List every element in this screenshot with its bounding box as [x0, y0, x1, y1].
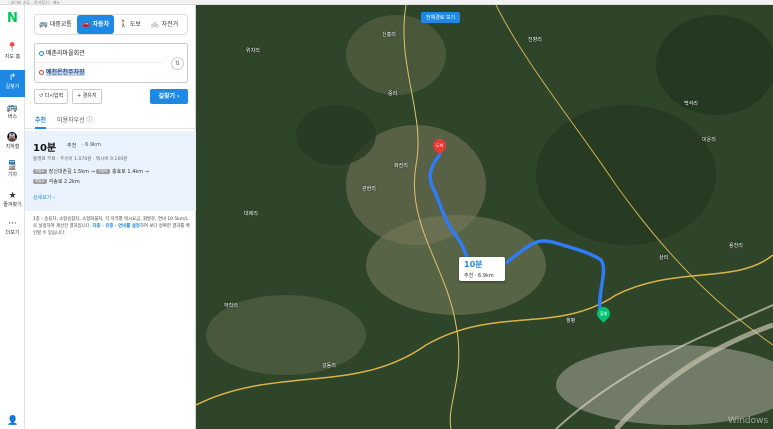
rail-item-favorites[interactable]: ★ 즐겨찾기: [0, 188, 25, 215]
tooltip-time: 10분: [464, 260, 483, 269]
reset-button[interactable]: ↺ 다시입력: [34, 89, 69, 104]
tooltip-info: 추천 · 6.9km: [464, 273, 494, 279]
naver-logo[interactable]: N: [5, 11, 20, 26]
origin-input[interactable]: 매촌리마을회관: [35, 44, 163, 63]
search-route-button[interactable]: 길찾기 ›: [150, 89, 188, 104]
vehicle-settings-link[interactable]: 차종 · 유종 · 연비를 설정: [93, 224, 140, 229]
train-icon: 🚆: [6, 161, 19, 171]
route-roads-line: 지방도 장신대촌길 1.5km → 지방도 충효로 1.4km →: [33, 169, 149, 175]
rail-item-label: 기차: [7, 172, 18, 178]
destination-dot-icon: [39, 70, 44, 75]
map-place-label: 중리: [388, 91, 398, 97]
map-place-label: 용천리: [729, 243, 743, 249]
map-place-label: 관현리: [362, 186, 376, 192]
rail-item-bus[interactable]: 🚌 버스: [0, 100, 25, 127]
rail-item-label: 지하철: [5, 144, 20, 150]
left-rail: N 📍 지도 홈 ↱ 길찾기 🚌 버스 🚇 지하철 🚆 기차 ★ 즐겨찾기 ··…: [0, 5, 25, 429]
swap-icon[interactable]: ⇅: [171, 57, 184, 70]
more-icon: ···: [8, 219, 17, 229]
user-icon[interactable]: 👤: [7, 416, 18, 426]
map-place-label: 하학리: [224, 303, 238, 309]
details-link[interactable]: 상세보기 ›: [33, 194, 55, 201]
rail-item-directions[interactable]: ↱ 길찾기: [0, 70, 25, 97]
rail-item-label: 버스: [7, 114, 18, 120]
directions-icon: ↱: [8, 73, 17, 83]
map-place-label: 강동리: [322, 363, 336, 369]
map-place-label: 대제리: [244, 211, 258, 217]
map-place-label: 위치리: [246, 48, 260, 54]
bike-icon: 🚲: [150, 20, 160, 28]
mode-transit-tab[interactable]: 🚌 대중교통: [34, 15, 77, 34]
map-place-label: 백석리: [684, 101, 698, 107]
bus-icon: 🚌: [6, 103, 19, 113]
rail-item-map-home[interactable]: 📍 지도 홈: [0, 40, 25, 67]
route-result-card[interactable]: 10분 추천 · 6.9km 통행료 무료 · 주유비 1,070원 · 택시비…: [25, 131, 196, 211]
full-route-button[interactable]: 전체경로 보기: [421, 12, 461, 23]
map-pin-icon: 📍: [6, 43, 19, 53]
route-tooltip[interactable]: 10분 추천 · 6.9km: [459, 257, 505, 281]
bus-icon: 🚌: [39, 20, 48, 28]
rail-item-subway[interactable]: 🚇 지하철: [0, 130, 25, 157]
transport-modes: 🚌 대중교통 🚗 자동차 🚶 도보 🚲 자전거: [34, 15, 183, 34]
walk-icon: 🚶: [119, 20, 128, 28]
route-time: 10분: [33, 143, 57, 154]
rail-item-label: 지도 홈: [4, 54, 21, 60]
rail-item-label: 즐겨찾기: [3, 202, 22, 208]
tab-priority[interactable]: 미용자우선 ⓘ: [57, 113, 93, 129]
car-icon: 🚗: [81, 20, 91, 28]
route-distance: · 6.9km: [82, 142, 101, 148]
directions-panel: 🚌 대중교통 🚗 자동차 🚶 도보 🚲 자전거 매촌리마을회관 예천온천주차장 ⇅ ↺ …: [25, 5, 196, 429]
map-terrain: [196, 5, 773, 429]
route-tag: 추천: [67, 143, 77, 149]
route-roads-line: 지방도 석송로 2.2km: [33, 179, 80, 185]
origin-dot-icon: [39, 51, 44, 56]
map-place-label: 미운리: [702, 137, 716, 143]
fare-notice: 1종 - 승용차, 소형승합차, 소형화물차, 각 지역별 택시요금, 휘발유,…: [33, 217, 190, 236]
rail-item-train[interactable]: 🚆 기차: [0, 158, 25, 185]
route-inputs: 매촌리마을회관 예천온천주차장 ⇅: [34, 43, 188, 83]
map-place-label: 천향리: [528, 37, 542, 43]
result-tabs: 추천 미용자우선 ⓘ: [25, 113, 196, 129]
route-fare: 통행료 무료 · 주유비 1,070원 · 택시비 9,160원: [33, 157, 128, 162]
satellite-map[interactable]: 전체경로 보기 위치리 신흥리 천향리 대제리 화전리 중리 백석리 하학리 상…: [196, 5, 773, 429]
mode-bike-tab[interactable]: 🚲 자전거: [146, 15, 183, 34]
rail-item-more[interactable]: ··· 더보기: [0, 216, 25, 243]
add-waypoint-button[interactable]: + 경유지: [72, 89, 102, 104]
mode-walk-tab[interactable]: 🚶 도보: [114, 15, 146, 34]
map-place-label: 신흥리: [382, 32, 396, 38]
map-place-label: 월평: [566, 318, 576, 324]
tab-recommended[interactable]: 추천: [35, 113, 47, 129]
destination-input[interactable]: 예천온천주차장: [35, 63, 163, 82]
mode-car-tab[interactable]: 🚗 자동차: [76, 15, 115, 34]
rail-item-label: 더보기: [5, 230, 20, 236]
rail-item-label: 길찾기: [5, 84, 20, 90]
map-place-label: 상리: [659, 255, 669, 261]
subway-icon: 🚇: [6, 133, 19, 143]
map-place-label: 화전리: [394, 163, 408, 169]
star-icon: ★: [8, 191, 17, 201]
windows-watermark: Windows: [728, 416, 769, 426]
route-actions: ↺ 다시입력 + 경유지 길찾기 ›: [34, 89, 188, 104]
